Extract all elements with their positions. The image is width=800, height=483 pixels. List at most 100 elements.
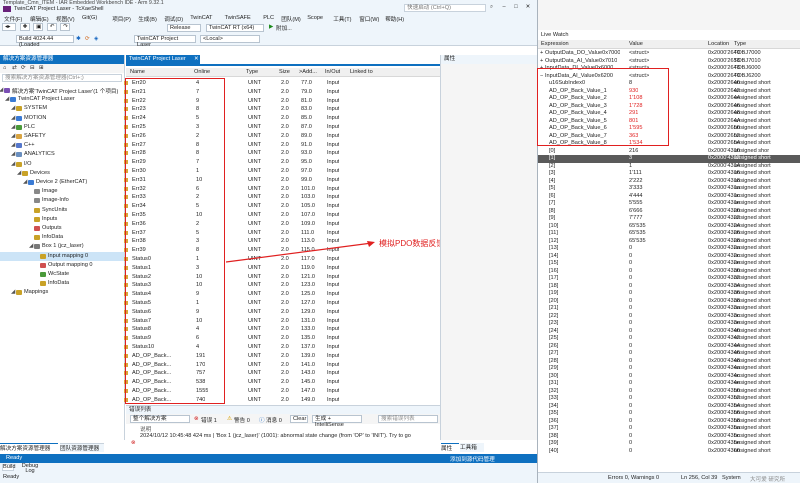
watch-value[interactable]: 0 bbox=[629, 380, 632, 386]
watch-row[interactable]: [24] 0 0x2000'4340 unsigned short bbox=[538, 328, 800, 336]
menu-item[interactable]: 调试(D) bbox=[164, 15, 183, 23]
tab-build[interactable]: Build bbox=[2, 464, 15, 471]
error-scope-dropdown[interactable]: 整个解决方案 bbox=[130, 415, 190, 423]
table-row[interactable]: AD_OP_Back... 1555 UINT 2.0 147.0 Input bbox=[124, 387, 440, 396]
minimize-button[interactable]: – bbox=[500, 4, 508, 12]
watch-value[interactable]: 1'728 bbox=[629, 103, 643, 109]
watch-row[interactable]: [38] 0 0x2000'435c unsigned short bbox=[538, 433, 800, 441]
tree-item[interactable]: InfoData bbox=[0, 279, 124, 288]
watch-value[interactable]: 0 bbox=[629, 350, 632, 356]
tree-item[interactable]: ◢ Device 2 (EtherCAT) bbox=[0, 178, 124, 187]
watch-value[interactable]: 0 bbox=[629, 305, 632, 311]
table-row[interactable]: Err25 3 UINT 2.0 87.0 Input bbox=[124, 123, 440, 132]
errors-filter-button[interactable]: 错误 1 bbox=[201, 416, 217, 424]
watch-value[interactable]: 0 bbox=[629, 320, 632, 326]
column-header-name[interactable]: Name bbox=[130, 69, 145, 75]
table-row[interactable]: Err29 7 UINT 2.0 95.0 Input bbox=[124, 158, 440, 167]
configuration-dropdown[interactable]: Release bbox=[167, 24, 201, 32]
watch-value[interactable]: 0 bbox=[629, 418, 632, 424]
watch-value[interactable]: 0 bbox=[629, 245, 632, 251]
watch-row[interactable]: [30] 0 0x2000'434c unsigned short bbox=[538, 373, 800, 381]
watch-row[interactable]: AD_OP_Back_Value_8 1'534 0x2000'2654 unsign… bbox=[538, 140, 800, 148]
start-debug-icon[interactable]: ▶ bbox=[269, 24, 273, 30]
menu-item[interactable]: 生成(B) bbox=[138, 15, 157, 23]
tree-item[interactable]: WcState bbox=[0, 270, 124, 279]
watch-value[interactable]: 0 bbox=[629, 358, 632, 364]
watch-row[interactable]: AD_OP_Back_Value_5 801 0x2000'264A unsigned… bbox=[538, 118, 800, 126]
tree-item[interactable]: Image-Info bbox=[0, 196, 124, 205]
table-row[interactable]: Err36 2 UINT 2.0 109.0 Input bbox=[124, 220, 440, 229]
sync-icon[interactable]: ⇄ bbox=[12, 65, 17, 71]
tree-item[interactable]: ◢ SAFETY bbox=[0, 132, 124, 141]
watch-value[interactable]: 0 bbox=[629, 403, 632, 409]
watch-row[interactable]: [1] 3 0x2000'4312 unsigned short bbox=[538, 155, 800, 163]
watch-row[interactable]: [34] 0 0x2000'4354 unsigned short bbox=[538, 403, 800, 411]
watch-row[interactable]: [12] 65'535 0x2000'4328 unsigned short bbox=[538, 238, 800, 246]
add-source-control-button[interactable]: 添加到源代码管理 bbox=[450, 455, 495, 463]
tree-item[interactable]: ◢ Devices bbox=[0, 169, 124, 178]
column-header-size[interactable]: Size bbox=[279, 69, 290, 75]
table-row[interactable]: AD_OP_Back... 757 UINT 2.0 143.0 Input bbox=[124, 369, 440, 378]
refresh-icon[interactable]: ⟳ bbox=[21, 65, 26, 71]
watch-value[interactable]: 0 bbox=[629, 313, 632, 319]
activate-config-icon[interactable]: ✱ bbox=[76, 36, 81, 42]
clear-button[interactable]: Clear bbox=[290, 415, 308, 423]
watch-value[interactable]: 0 bbox=[629, 290, 632, 296]
watch-value[interactable]: 363 bbox=[629, 133, 638, 139]
messages-filter-button[interactable]: 消息 0 bbox=[266, 416, 282, 424]
maximize-button[interactable]: □ bbox=[512, 4, 520, 12]
watch-row[interactable]: [36] 0 0x2000'4358 unsigned short bbox=[538, 418, 800, 426]
watch-row[interactable]: [25] 0 0x2000'4342 unsigned short bbox=[538, 335, 800, 343]
menu-item[interactable]: 项目(P) bbox=[112, 15, 131, 23]
watch-value[interactable]: 5'555 bbox=[629, 200, 643, 206]
watch-row[interactable]: [28] 0 0x2000'4348 unsigned short bbox=[538, 358, 800, 366]
watch-value[interactable]: 1 bbox=[629, 163, 632, 169]
expander-icon[interactable]: ◢ bbox=[0, 87, 3, 93]
watch-row[interactable]: [7] 5'555 0x2000'431e unsigned short bbox=[538, 200, 800, 208]
watch-row[interactable]: AD_OP_Back_Value_7 363 0x2000'2652 unsigned… bbox=[538, 133, 800, 141]
watch-value[interactable]: 6'666 bbox=[629, 208, 643, 214]
watch-value[interactable]: 0 bbox=[629, 440, 632, 446]
watch-row[interactable]: [17] 0 0x2000'4332 unsigned short bbox=[538, 275, 800, 283]
tree-item[interactable]: ◢ C++ bbox=[0, 141, 124, 150]
watch-row[interactable]: [9] 7'777 0x2000'4322 unsigned short bbox=[538, 215, 800, 223]
table-row[interactable]: Err33 2 UINT 2.0 103.0 Input bbox=[124, 193, 440, 202]
tab-toolbox[interactable]: 工具箱 bbox=[460, 443, 484, 452]
column-header-online[interactable]: Online bbox=[194, 69, 210, 75]
table-row[interactable]: Status3 10 UINT 2.0 123.0 Input bbox=[124, 281, 440, 290]
watch-row[interactable]: [35] 0 0x2000'4356 unsigned short bbox=[538, 410, 800, 418]
quick-launch-input[interactable]: 快速启动 (Ctrl+Q) bbox=[404, 4, 486, 12]
watch-row[interactable]: [11] 65'535 0x2000'4326 unsigned short bbox=[538, 230, 800, 238]
menu-item[interactable]: 帮助(H) bbox=[385, 15, 404, 23]
tab-debug-log[interactable]: Debug Log bbox=[18, 463, 42, 474]
expander-icon[interactable]: ◢ bbox=[23, 179, 27, 185]
target-dropdown[interactable]: <Local> bbox=[200, 35, 260, 43]
watch-value[interactable]: 7'777 bbox=[629, 215, 643, 221]
watch-value[interactable]: 0 bbox=[629, 260, 632, 266]
attach-button[interactable]: 附加... bbox=[276, 24, 292, 32]
error-message[interactable]: 2024/10/12 10:45:48 424 ms | 'Box 1 (jcz… bbox=[140, 433, 436, 447]
tree-item[interactable]: ◢ MOTION bbox=[0, 114, 124, 123]
close-button[interactable]: ✕ bbox=[524, 4, 532, 12]
expander-icon[interactable]: ◢ bbox=[5, 96, 9, 102]
expander-icon[interactable]: ◢ bbox=[11, 142, 15, 148]
watch-value[interactable]: 65'535 bbox=[629, 238, 646, 244]
table-row[interactable]: Err30 1 UINT 2.0 97.0 Input bbox=[124, 167, 440, 176]
tree-item[interactable]: ◢ ANALYTICS bbox=[0, 150, 124, 159]
watch-row[interactable]: OutputData_AI_Value0x7010 + <struct> 0x2000… bbox=[538, 58, 800, 66]
menu-item[interactable]: 视图(V) bbox=[56, 15, 75, 23]
collapse-all-icon[interactable]: ⊟ bbox=[30, 65, 35, 71]
menu-item[interactable]: 窗口(W) bbox=[359, 15, 379, 23]
solution-search-input[interactable]: 搜索解决方案资源管理器(Ctrl+;) bbox=[2, 74, 122, 82]
watch-value[interactable]: 0 bbox=[629, 253, 632, 259]
table-row[interactable]: Status9 6 UINT 2.0 135.0 Input bbox=[124, 334, 440, 343]
watch-value[interactable]: 0 bbox=[629, 275, 632, 281]
watch-value[interactable]: 0 bbox=[629, 410, 632, 416]
tree-item[interactable]: Inputs bbox=[0, 215, 124, 224]
watch-value[interactable]: 0 bbox=[629, 365, 632, 371]
watch-row[interactable]: [8] 6'666 0x2000'4320 unsigned short bbox=[538, 208, 800, 216]
expand-toggle-icon[interactable]: + bbox=[540, 50, 543, 56]
watch-value[interactable]: 216 bbox=[629, 148, 638, 154]
tree-item[interactable]: ◢ I/O bbox=[0, 160, 124, 169]
home-icon[interactable]: ⌂ bbox=[3, 65, 6, 71]
